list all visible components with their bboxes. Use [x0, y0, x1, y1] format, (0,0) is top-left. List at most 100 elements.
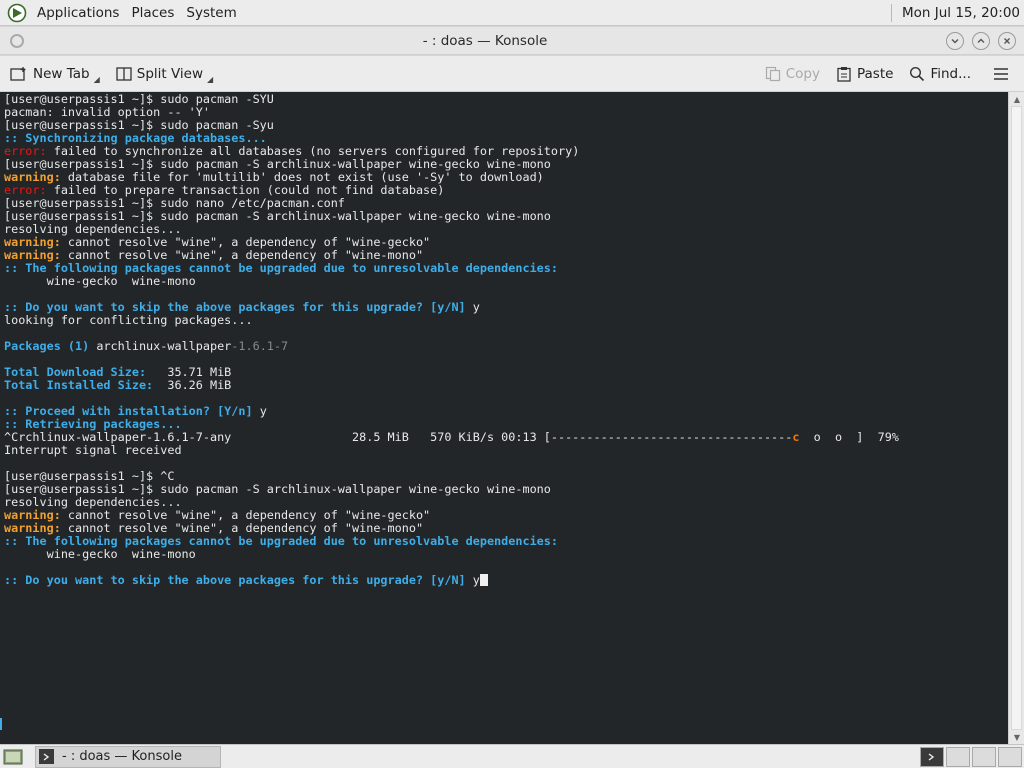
scrollbar-track[interactable]: [1011, 106, 1022, 730]
terminal-segment: warning:: [4, 170, 61, 184]
terminal-marker: [0, 718, 2, 730]
terminal-segment: :: Do you want to skip the above package…: [4, 573, 466, 587]
paste-button[interactable]: Paste: [830, 60, 899, 88]
bottom-panel: - : doas — Konsole: [0, 744, 1024, 768]
system-menu[interactable]: System: [180, 5, 242, 21]
terminal-segment: cannot resolve "wine", a dependency of "…: [60, 235, 431, 249]
panel-separator: [891, 3, 892, 22]
terminal-segment: warning:: [4, 508, 61, 522]
terminal-icon: [928, 752, 935, 761]
terminal-segment: [user@userpassis1 ~]$ sudo pacman -S arc…: [4, 482, 551, 496]
terminal-segment: -1.6.1-7: [231, 339, 289, 353]
terminal-segment: warning:: [4, 521, 61, 535]
find-button[interactable]: Find...: [903, 60, 977, 88]
terminal-segment: [user@userpassis1 ~]$ sudo pacman -SYU: [4, 92, 274, 106]
hamburger-menu-icon: [994, 67, 1008, 80]
terminal-segment: 35.71 MiB: [146, 365, 232, 379]
workspace-4[interactable]: [998, 746, 1022, 767]
search-icon: [910, 66, 925, 81]
split-view-icon: [116, 66, 132, 81]
terminal-line: Interrupt signal received: [4, 444, 899, 457]
copy-label: Copy: [785, 65, 820, 82]
terminal-segment: ^Crchlinux-wallpaper-1.6.1-7-any 28.5 Mi…: [4, 430, 793, 444]
terminal-segment: wine-gecko wine-mono: [4, 274, 196, 288]
terminal-segment: error:: [4, 183, 47, 197]
terminal-line: wine-gecko wine-mono: [4, 275, 899, 288]
paste-icon: [837, 66, 851, 82]
workspace-3[interactable]: [972, 746, 996, 767]
terminal-cursor: [479, 574, 488, 586]
maximize-button[interactable]: [972, 31, 990, 50]
taskbar-item-konsole[interactable]: - : doas — Konsole: [35, 745, 221, 768]
terminal-segment: [user@userpassis1 ~]$ sudo nano /etc/pac…: [4, 196, 345, 210]
terminal-segment: resolving dependencies...: [4, 495, 182, 509]
terminal-segment: looking for conflicting packages...: [4, 313, 253, 327]
copy-icon: [765, 66, 780, 81]
terminal-segment: :: The following packages cannot be upgr…: [4, 534, 558, 548]
top-panel: Applications Places System Mon Jul 15, 2…: [0, 0, 1024, 26]
terminal-segment: warning:: [4, 235, 61, 249]
minimize-button[interactable]: [946, 31, 964, 50]
terminal-segment: y: [252, 404, 267, 418]
terminal-segment: cannot resolve "wine", a dependency of "…: [60, 521, 424, 535]
terminal-segment: 36.26 MiB: [153, 378, 232, 392]
terminal-segment: :: The following packages cannot be upgr…: [4, 261, 558, 275]
terminal-segment: :: Proceed with installation? [Y/n]: [4, 404, 253, 418]
terminal-line: :: Do you want to skip the above package…: [4, 574, 899, 587]
dropdown-arrow-icon: ◢: [207, 75, 214, 84]
terminal-segment: warning:: [4, 248, 61, 262]
close-icon: [1004, 37, 1010, 44]
taskbar-item-label: - : doas — Konsole: [62, 749, 182, 764]
scroll-down-arrow-icon[interactable]: ▼: [1009, 730, 1024, 744]
chevron-down-icon: [951, 38, 959, 43]
new-tab-icon: [10, 66, 26, 81]
scroll-up-arrow-icon[interactable]: ▲: [1009, 92, 1024, 106]
terminal-segment: archlinux-wallpaper: [89, 339, 232, 353]
hamburger-menu-button[interactable]: [987, 60, 1020, 88]
copy-button[interactable]: Copy: [759, 60, 826, 88]
workspace-1[interactable]: [920, 746, 944, 767]
window-title: - : doas — Konsole: [422, 32, 548, 49]
terminal-segment: :: Retrieving packages...: [4, 417, 182, 431]
terminal-segment: wine-gecko wine-mono: [4, 547, 196, 561]
dropdown-arrow-icon: ◢: [93, 75, 100, 84]
terminal-segment: resolving dependencies...: [4, 222, 182, 236]
new-tab-button[interactable]: New Tab ◢: [4, 60, 106, 88]
terminal-segment: [user@userpassis1 ~]$ ^C: [4, 469, 175, 483]
terminal-line: Total Installed Size: 36.26 MiB: [4, 379, 899, 392]
terminal-segment: failed to prepare transaction (could not…: [46, 183, 445, 197]
terminal-segment: Total Installed Size:: [4, 378, 154, 392]
clock[interactable]: Mon Jul 15, 20:00: [902, 5, 1020, 21]
terminal-segment: [user@userpassis1 ~]$ sudo pacman -S arc…: [4, 209, 551, 223]
paste-label: Paste: [857, 65, 894, 82]
terminal-line: Packages (1) archlinux-wallpaper-1.6.1-7: [4, 340, 899, 353]
terminal-segment: y: [465, 573, 480, 587]
terminal-output: [user@userpassis1 ~]$ sudo pacman -SYU pa…: [4, 93, 899, 587]
terminal-segment: :: Synchronizing package databases...: [4, 131, 267, 145]
terminal-segment: cannot resolve "wine", a dependency of "…: [60, 248, 424, 262]
window-titlebar[interactable]: - : doas — Konsole: [0, 27, 1024, 55]
terminal-segment: :: Do you want to skip the above package…: [4, 300, 466, 314]
terminal-segment: failed to synchronize all databases (no …: [46, 144, 580, 158]
terminal-icon: [39, 749, 54, 764]
window-menu-icon[interactable]: [10, 33, 24, 48]
new-tab-label: New Tab: [33, 65, 90, 82]
terminal-segment: cannot resolve "wine", a dependency of "…: [60, 508, 431, 522]
terminal-line: wine-gecko wine-mono: [4, 548, 899, 561]
konsole-toolbar: New Tab ◢ Split View ◢ Copy Paste Find..…: [0, 56, 1024, 92]
close-button[interactable]: [998, 31, 1016, 50]
terminal-scrollbar[interactable]: ▲ ▼: [1008, 92, 1024, 744]
terminal-view[interactable]: [user@userpassis1 ~]$ sudo pacman -SYU pa…: [0, 92, 1008, 744]
show-desktop-icon[interactable]: [3, 748, 23, 766]
applications-menu[interactable]: Applications: [31, 5, 125, 21]
terminal-segment: error:: [4, 144, 47, 158]
places-menu[interactable]: Places: [125, 5, 180, 21]
terminal-segment: y: [465, 300, 480, 314]
terminal-segment: database file for 'multilib' does not ex…: [60, 170, 544, 184]
split-view-label: Split View: [136, 65, 204, 82]
terminal-segment: pacman: invalid option -- 'Y': [4, 105, 210, 119]
distro-logo-icon[interactable]: [7, 3, 27, 23]
chevron-up-icon: [977, 38, 985, 43]
workspace-2[interactable]: [946, 746, 970, 767]
split-view-button[interactable]: Split View ◢: [110, 60, 219, 88]
